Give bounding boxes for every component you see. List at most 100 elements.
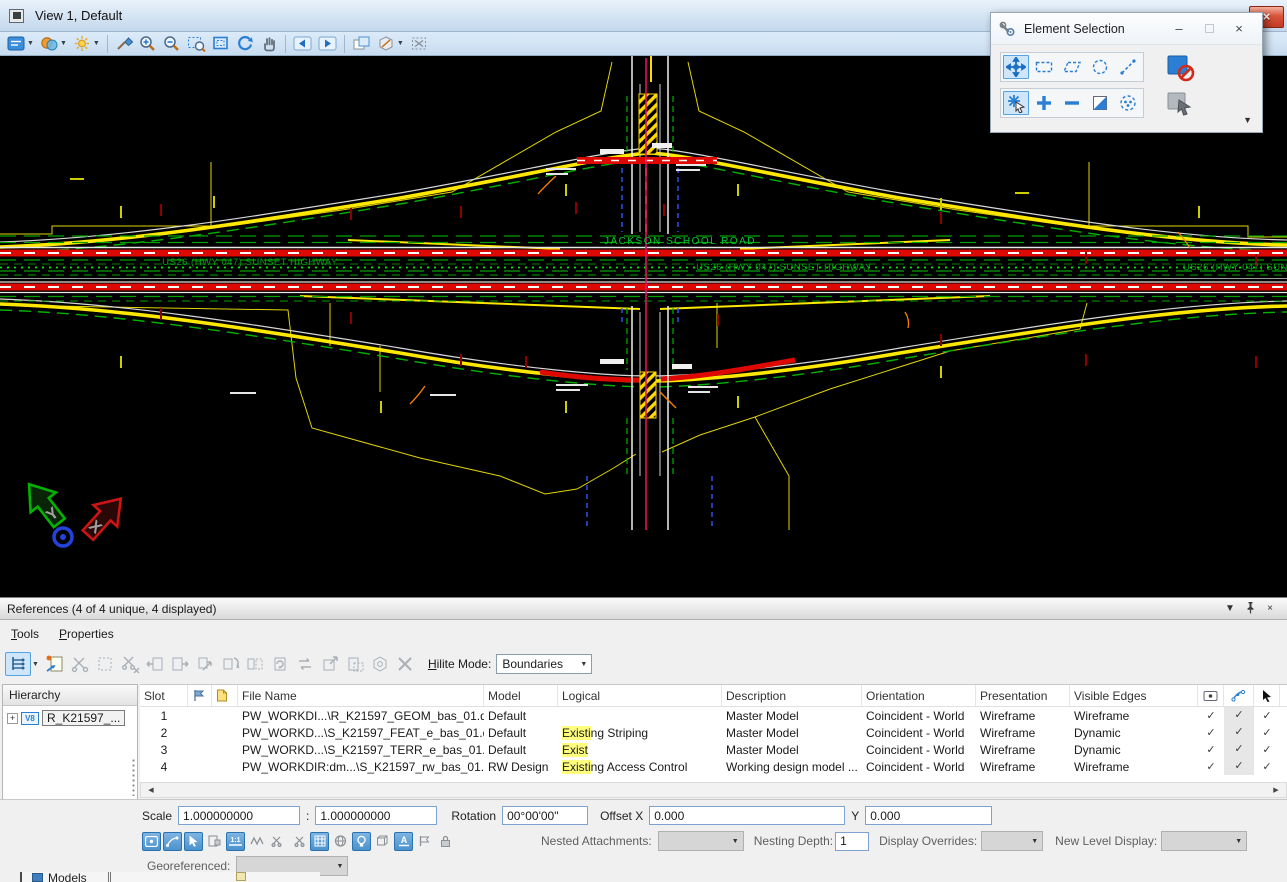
panel-splitter[interactable]: [131, 758, 136, 796]
copy-view-button[interactable]: [349, 33, 374, 55]
snap-checkbox[interactable]: ✓: [1224, 707, 1254, 724]
scale-linestyles-toggle[interactable]: [247, 832, 266, 851]
locate-toggle[interactable]: [184, 832, 203, 851]
hierarchy-root-item[interactable]: + V8 R_K21597_...: [3, 706, 137, 726]
pan-view-button[interactable]: [257, 33, 281, 55]
snap-checkbox[interactable]: ✓: [1224, 741, 1254, 758]
raster-reference-toggle[interactable]: [310, 832, 329, 851]
boundary-display-toggle[interactable]: [415, 832, 434, 851]
line-selection-button[interactable]: [1115, 55, 1141, 79]
panel-close-button[interactable]: ×: [1260, 603, 1280, 614]
scale-reference-button[interactable]: [193, 652, 217, 676]
cad-viewport[interactable]: JACKSON SCHOOL ROAD US26 (HWY 047) SUNSE…: [0, 56, 1287, 597]
use-lights-toggle[interactable]: [352, 832, 371, 851]
copy-reference-button[interactable]: [168, 652, 192, 676]
col-description[interactable]: Description: [722, 685, 862, 706]
rotation-field[interactable]: 00°00'00": [502, 806, 588, 825]
reference-row[interactable]: 1 PW_WORKDI...\R_K21597_GEOM_bas_01.dgn …: [140, 707, 1287, 724]
clip-mask-button[interactable]: [407, 33, 432, 55]
col-visible-edges[interactable]: Visible Edges: [1070, 685, 1198, 706]
view-previous-button[interactable]: [290, 33, 315, 55]
offset-x-field[interactable]: 0.000: [649, 806, 845, 825]
menu-properties[interactable]: Properties: [59, 627, 114, 641]
clear-selection-button[interactable]: [1163, 53, 1197, 83]
menu-tools[interactable]: Tools: [11, 627, 39, 641]
shape-selection-button[interactable]: [1059, 55, 1085, 79]
new-selection-button[interactable]: [1003, 91, 1029, 115]
clip-volume-button[interactable]: ▼: [374, 33, 407, 55]
col-snap[interactable]: [1224, 685, 1254, 706]
display-checkbox[interactable]: ✓: [1198, 760, 1224, 773]
scale-reference-field[interactable]: 1.000000000: [315, 806, 437, 825]
dialog-expand-caret[interactable]: ▼: [1243, 115, 1252, 125]
snap-toggle[interactable]: [163, 832, 182, 851]
nest-ignore-toggle[interactable]: [331, 832, 350, 851]
reference-row[interactable]: 4 PW_WORKDIR:dm...\S_K21597_rw_bas_01.dg…: [140, 758, 1287, 775]
col-presentation[interactable]: Presentation: [976, 685, 1070, 706]
update-view-button[interactable]: [112, 33, 136, 55]
treat-as-element-toggle[interactable]: [205, 832, 224, 851]
locate-checkbox[interactable]: ✓: [1254, 743, 1280, 756]
select-element-button[interactable]: [1003, 55, 1029, 79]
rotate-reference-button[interactable]: [218, 652, 242, 676]
open-in-new-session-button[interactable]: [318, 652, 342, 676]
window-area-button[interactable]: [184, 33, 209, 55]
subtract-from-selection-button[interactable]: [1059, 91, 1085, 115]
pin-icon[interactable]: [1240, 601, 1260, 617]
col-model[interactable]: Model: [484, 685, 558, 706]
detach-reference-button[interactable]: [393, 652, 417, 676]
invert-selection-button[interactable]: [1087, 91, 1113, 115]
true-scale-toggle[interactable]: 1:1: [226, 832, 245, 851]
dialog-close-button[interactable]: ×: [1224, 21, 1254, 36]
col-file-name[interactable]: File Name: [238, 685, 484, 706]
locate-checkbox[interactable]: ✓: [1254, 709, 1280, 722]
view-next-button[interactable]: [315, 33, 340, 55]
hierarchy-view-toggle[interactable]: [5, 652, 31, 676]
tree-expand-button[interactable]: +: [7, 713, 18, 724]
locate-checkbox[interactable]: ✓: [1254, 726, 1280, 739]
locate-checkbox[interactable]: ✓: [1254, 760, 1280, 773]
hilite-mode-select[interactable]: Boundaries ▼: [496, 654, 592, 674]
reload-reference-button[interactable]: [268, 652, 292, 676]
nested-attachments-select[interactable]: ▼: [658, 831, 744, 851]
block-selection-button[interactable]: [1031, 55, 1057, 79]
add-to-selection-button[interactable]: [1031, 91, 1057, 115]
scroll-left-icon[interactable]: ◀: [144, 786, 158, 794]
attach-reference-button[interactable]: [43, 652, 67, 676]
merge-to-master-button[interactable]: [368, 652, 392, 676]
reference-row[interactable]: 3 PW_WORKD...\S_K21597_TERR_e_bas_01.dgn…: [140, 741, 1287, 758]
scale-master-field[interactable]: 1.000000000: [178, 806, 300, 825]
display-checkbox[interactable]: ✓: [1198, 709, 1224, 722]
display-toggle[interactable]: [142, 832, 161, 851]
models-dialog-sliver[interactable]: Models: [20, 872, 320, 882]
new-level-display-select[interactable]: ▼: [1161, 831, 1247, 851]
select-by-attributes-button[interactable]: [1163, 89, 1197, 119]
display-checkbox[interactable]: ✓: [1198, 743, 1224, 756]
select-all-button[interactable]: [1115, 91, 1141, 115]
dialog-minimize-button[interactable]: –: [1164, 21, 1194, 36]
zoom-out-button[interactable]: [160, 33, 184, 55]
offset-y-field[interactable]: 0.000: [865, 806, 992, 825]
display-overrides-select[interactable]: ▼: [981, 831, 1043, 851]
scroll-right-icon[interactable]: ▶: [1269, 786, 1283, 794]
annotation-scale-toggle[interactable]: A: [394, 832, 413, 851]
col-flag[interactable]: [188, 685, 212, 706]
reference-row[interactable]: 2 PW_WORKD...\S_K21597_FEAT_e_bas_01.dgn…: [140, 724, 1287, 741]
element-selection-titlebar[interactable]: Element Selection – ×: [991, 13, 1262, 45]
nesting-depth-field[interactable]: 1: [835, 832, 869, 851]
col-logical[interactable]: Logical: [558, 685, 722, 706]
col-display[interactable]: [1198, 685, 1224, 706]
clip-front-toggle[interactable]: [289, 832, 308, 851]
move-reference-button[interactable]: [143, 652, 167, 676]
mask-reference-button[interactable]: [93, 652, 117, 676]
hierarchy-view-caret[interactable]: ▼: [32, 661, 39, 668]
table-hscrollbar[interactable]: ◀ ▶: [140, 782, 1287, 798]
col-orientation[interactable]: Orientation: [862, 685, 976, 706]
col-locate[interactable]: [1254, 685, 1280, 706]
rotate-view-button[interactable]: [233, 33, 257, 55]
col-file-type[interactable]: [212, 685, 238, 706]
circle-selection-button[interactable]: [1087, 55, 1113, 79]
panel-menu-caret-icon[interactable]: ▼: [1220, 603, 1240, 614]
display-style-button[interactable]: ▼: [37, 33, 70, 55]
view-attributes-button[interactable]: ▼: [4, 33, 37, 55]
